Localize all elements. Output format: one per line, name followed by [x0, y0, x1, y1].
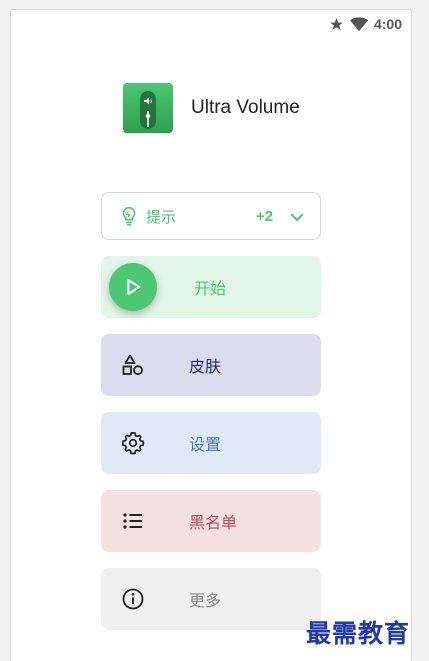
wifi-icon [349, 16, 368, 31]
blacklist-label: 黑名单 [189, 513, 238, 532]
star-icon [330, 17, 343, 30]
gear-icon [121, 431, 145, 455]
info-icon [122, 588, 144, 610]
tips-count: +2 [256, 207, 274, 225]
tips-label: 提示 [146, 207, 177, 226]
skin-label: 皮肤 [189, 357, 222, 376]
shapes-icon [122, 354, 143, 376]
start-label: 开始 [194, 279, 227, 298]
play-button[interactable] [109, 263, 157, 311]
app-title: Ultra Volume [191, 97, 300, 118]
start-button[interactable]: 开始 [101, 256, 321, 318]
blacklist-button[interactable]: 黑名单 [101, 490, 321, 552]
skin-button[interactable]: 皮肤 [101, 334, 321, 396]
status-bar: 4:00 [329, 14, 402, 34]
settings-button[interactable]: 设置 [101, 412, 321, 474]
phone-screen: 4:00 Ultra Volume 提示 +2 开始 皮肤 设置 黑名单 更多 [10, 9, 412, 661]
watermark-text: 最需教育 [306, 619, 411, 648]
list-icon [123, 513, 142, 529]
app-header: Ultra Volume [123, 83, 300, 133]
lightbulb-icon [122, 206, 136, 226]
chevron-down-icon[interactable] [288, 208, 306, 226]
tips-card[interactable]: 提示 +2 [101, 192, 321, 240]
settings-label: 设置 [189, 435, 222, 454]
more-button[interactable]: 更多 [101, 568, 321, 630]
volume-slider-app-icon [123, 83, 173, 133]
play-icon [127, 279, 141, 295]
status-time: 4:00 [373, 16, 402, 32]
more-label: 更多 [189, 591, 222, 610]
